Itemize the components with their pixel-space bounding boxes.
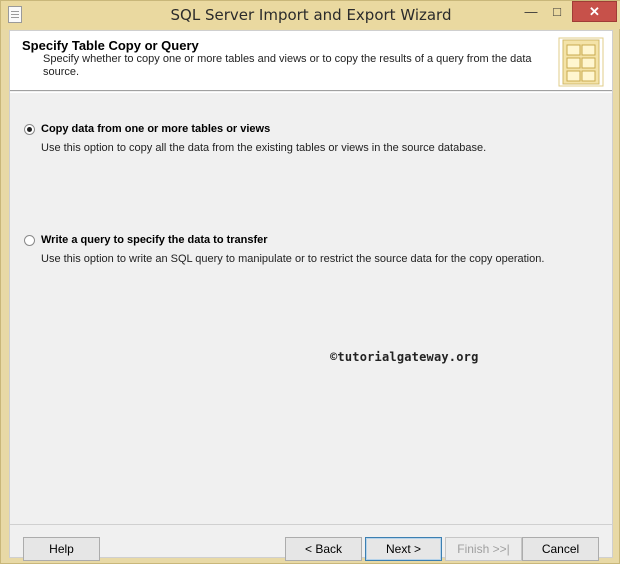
next-button[interactable]: Next > <box>365 537 442 561</box>
back-button[interactable]: < Back <box>285 537 362 561</box>
finish-button[interactable]: Finish >>| <box>445 537 522 561</box>
close-button[interactable]: ✕ <box>572 1 617 22</box>
header-divider <box>10 92 612 93</box>
copy-tables-label[interactable]: Copy data from one or more tables or vie… <box>41 123 270 135</box>
table-copy-icon <box>558 37 604 87</box>
footer-divider <box>10 524 612 525</box>
write-query-label[interactable]: Write a query to specify the data to tra… <box>41 234 268 246</box>
copy-tables-description: Use this option to copy all the data fro… <box>41 142 487 154</box>
maximize-button[interactable]: □ <box>544 1 570 22</box>
page-description: Specify whether to copy one or more tabl… <box>43 53 532 78</box>
write-query-description: Use this option to write an SQL query to… <box>41 253 545 265</box>
title-bar[interactable]: SQL Server Import and Export Wizard — □ … <box>1 1 620 29</box>
page-title: Specify Table Copy or Query <box>22 38 199 53</box>
wizard-page: Specify Table Copy or Query Specify whet… <box>9 30 613 561</box>
copy-tables-radio[interactable] <box>24 124 35 135</box>
wizard-window: SQL Server Import and Export Wizard — □ … <box>0 0 620 564</box>
cancel-button[interactable]: Cancel <box>522 537 599 561</box>
watermark: ©tutorialgateway.org <box>330 350 479 364</box>
write-query-radio[interactable] <box>24 235 35 246</box>
minimize-button[interactable]: — <box>518 1 544 22</box>
help-button[interactable]: Help <box>23 537 100 561</box>
page-header: Specify Table Copy or Query Specify whet… <box>10 31 612 91</box>
